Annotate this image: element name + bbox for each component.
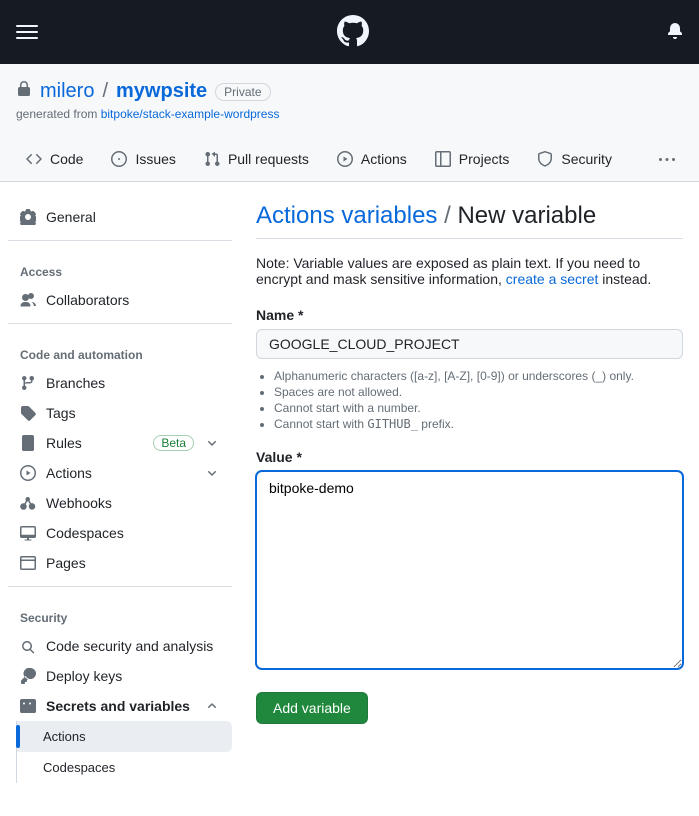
github-logo[interactable] [337,15,369,50]
beta-badge: Beta [153,435,194,451]
generated-from-label: generated from [16,107,101,121]
tab-security[interactable]: Security [527,141,622,181]
tab-issues[interactable]: Issues [101,141,185,181]
repo-nav-overflow[interactable] [651,142,683,181]
sidebar-item-actions[interactable]: Actions [8,458,232,488]
variable-value-textarea[interactable] [256,471,683,669]
tab-actions[interactable]: Actions [327,141,417,181]
app-header [0,0,699,64]
sidebar-item-webhooks[interactable]: Webhooks [8,488,232,518]
sidebar-section-security: Security [8,595,232,631]
value-label: Value * [256,449,683,465]
add-variable-button[interactable]: Add variable [256,692,368,724]
chevron-up-icon [204,698,220,714]
sidebar-item-codespaces[interactable]: Codespaces [8,518,232,548]
sidebar-item-tags[interactable]: Tags [8,398,232,428]
notifications-button[interactable] [667,23,683,42]
repo-owner-link[interactable]: milero [40,80,94,103]
settings-sidebar: General Access Collaborators Code and au… [0,202,240,783]
sidebar-section-access: Access [8,249,232,285]
main-content: Actions variables / New variable Note: V… [240,202,699,783]
sidebar-item-collaborators[interactable]: Collaborators [8,285,232,315]
sidebar-item-rules[interactable]: Rules Beta [8,428,232,458]
tab-pull-requests[interactable]: Pull requests [194,141,319,181]
lock-icon [16,80,32,103]
tab-projects[interactable]: Projects [425,141,520,181]
chevron-down-icon [204,435,220,451]
sidebar-section-code-automation: Code and automation [8,332,232,368]
name-hints: Alphanumeric characters ([a-z], [A-Z], [… [256,369,683,431]
name-label: Name * [256,307,683,323]
chevron-down-icon [204,465,220,481]
tab-code[interactable]: Code [16,141,93,181]
page-title: Actions variables / New variable [256,202,683,239]
repo-name-link[interactable]: mywpsite [116,80,207,103]
sidebar-item-secrets-variables[interactable]: Secrets and variables [8,691,232,721]
secrets-variables-subnav: Actions Codespaces [16,721,232,783]
repo-slash: / [102,80,108,103]
sidebar-item-code-security[interactable]: Code security and analysis [8,631,232,661]
create-secret-link[interactable]: create a secret [506,271,599,287]
visibility-badge: Private [215,83,270,101]
repo-header: milero / mywpsite Private generated from… [0,64,699,182]
breadcrumb-current: New variable [457,202,596,229]
hamburger-menu-button[interactable] [16,21,38,43]
sidebar-subitem-sv-codespaces[interactable]: Codespaces [17,752,232,783]
generated-from-link[interactable]: bitpoke/stack-example-wordpress [101,107,280,121]
repo-nav: Code Issues Pull requests Actions Projec… [16,141,683,181]
sidebar-item-deploy-keys[interactable]: Deploy keys [8,661,232,691]
sidebar-item-general[interactable]: General [8,202,232,232]
sidebar-item-branches[interactable]: Branches [8,368,232,398]
sidebar-item-pages[interactable]: Pages [8,548,232,578]
sidebar-subitem-sv-actions[interactable]: Actions [17,721,232,752]
breadcrumb-actions-variables[interactable]: Actions variables [256,202,437,229]
note-text: Note: Variable values are exposed as pla… [256,255,683,287]
variable-name-input[interactable] [256,329,683,359]
